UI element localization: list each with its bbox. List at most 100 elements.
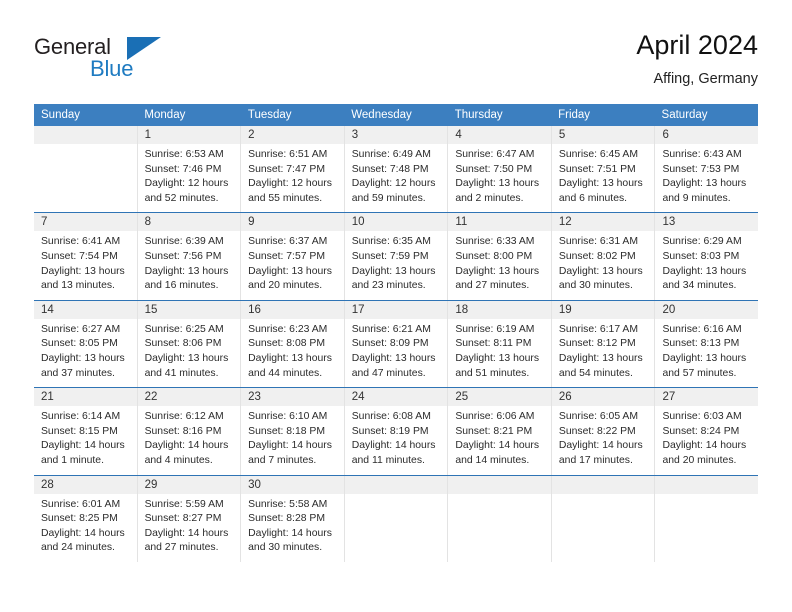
daylight-duration-cont: and 13 minutes. bbox=[41, 280, 115, 292]
title-block: April 2024 Affing, Germany bbox=[636, 28, 758, 90]
day-detail-cell[interactable]: Sunrise: 6:14 AM Sunset: 8:15 PM Daylight:… bbox=[34, 406, 138, 475]
sunset-time: Sunset: 7:56 PM bbox=[144, 250, 222, 262]
day-number-cell[interactable]: 29 bbox=[138, 475, 242, 494]
day-detail-cell[interactable]: Sunrise: 6:41 AM Sunset: 7:54 PM Daylight:… bbox=[34, 231, 138, 300]
sunrise-time: Sunrise: 6:06 AM bbox=[455, 411, 535, 423]
day-detail-cell[interactable]: Sunrise: 6:06 AM Sunset: 8:21 PM Daylight:… bbox=[448, 406, 552, 475]
daylight-duration: Daylight: 13 hours bbox=[662, 178, 747, 190]
daylight-duration: Daylight: 13 hours bbox=[558, 352, 643, 364]
day-detail-cell[interactable]: Sunrise: 6:45 AM Sunset: 7:51 PM Daylight:… bbox=[552, 144, 656, 213]
sunrise-time: Sunrise: 6:03 AM bbox=[662, 411, 742, 423]
day-detail-cell[interactable]: Sunrise: 5:58 AM Sunset: 8:28 PM Daylight:… bbox=[241, 493, 345, 562]
daylight-duration: Daylight: 14 hours bbox=[41, 440, 125, 452]
day-number-cell[interactable]: 20 bbox=[655, 301, 758, 319]
sunset-time: Sunset: 7:57 PM bbox=[248, 250, 325, 262]
day-number-cell[interactable]: 30 bbox=[241, 475, 345, 494]
day-number-cell[interactable]: 11 bbox=[448, 213, 552, 232]
day-number-cell[interactable]: 1 bbox=[138, 126, 242, 144]
day-number-cell[interactable]: 23 bbox=[241, 388, 345, 407]
day-detail-cell[interactable]: Sunrise: 5:59 AM Sunset: 8:27 PM Daylight:… bbox=[138, 493, 242, 562]
general-blue-logo[interactable]: General Blue bbox=[34, 34, 164, 88]
day-detail-cell[interactable]: Sunrise: 6:29 AM Sunset: 8:03 PM Daylight:… bbox=[655, 231, 758, 299]
calendar-grid: Sunday Monday Tuesday Wednesday Thursday Frid… bbox=[34, 104, 758, 562]
day-number: 1 bbox=[144, 129, 151, 141]
day-number: 20 bbox=[662, 303, 676, 316]
week-detail-band: Sunrise: 6:14 AM Sunset: 8:15 PM Daylight:… bbox=[34, 406, 758, 475]
day-number: 24 bbox=[351, 391, 365, 404]
day-detail-cell[interactable]: Sunrise: 6:39 AM Sunset: 7:56 PM Daylight:… bbox=[138, 231, 242, 300]
day-detail-cell[interactable]: Sunrise: 6:27 AM Sunset: 8:05 PM Daylight:… bbox=[34, 318, 138, 388]
day-detail-cell[interactable]: Sunrise: 6:33 AM Sunset: 8:00 PM Daylight:… bbox=[448, 231, 552, 300]
daylight-duration-cont: and 27 minutes. bbox=[144, 542, 219, 554]
daylight-duration: Daylight: 14 hours bbox=[351, 440, 436, 452]
weekday-header-saturday: Saturday bbox=[661, 109, 708, 121]
day-detail-cell[interactable]: Sunrise: 6:23 AM Sunset: 8:08 PM Daylight:… bbox=[241, 318, 345, 388]
day-number-cell[interactable]: 8 bbox=[138, 213, 242, 232]
day-number-cell[interactable]: 19 bbox=[552, 300, 656, 319]
sunrise-time: Sunrise: 6:53 AM bbox=[144, 149, 224, 160]
daylight-duration-cont: and 14 minutes. bbox=[455, 454, 530, 466]
day-number-cell[interactable]: 13 bbox=[655, 213, 758, 231]
weekday-header-monday: Monday bbox=[144, 109, 186, 121]
day-detail-cell[interactable]: Sunrise: 6:05 AM Sunset: 8:22 PM Daylight:… bbox=[552, 406, 656, 475]
day-detail-cell[interactable]: Sunrise: 6:51 AM Sunset: 7:47 PM Daylight:… bbox=[241, 144, 345, 213]
sunset-time: Sunset: 7:53 PM bbox=[662, 163, 740, 175]
day-number-cell[interactable]: 5 bbox=[552, 126, 656, 144]
day-detail-cell[interactable]: Sunrise: 6:19 AM Sunset: 8:11 PM Daylight:… bbox=[448, 318, 552, 388]
day-number-cell[interactable]: 7 bbox=[34, 213, 138, 232]
day-number-cell[interactable]: 22 bbox=[138, 388, 242, 407]
day-detail-cell[interactable]: Sunrise: 6:01 AM Sunset: 8:25 PM Daylight:… bbox=[34, 493, 138, 562]
day-number-cell[interactable]: 2 bbox=[241, 126, 345, 144]
day-detail-cell[interactable]: Sunrise: 6:53 AM Sunset: 7:46 PM Daylight:… bbox=[138, 144, 242, 213]
weekday-header-wednesday: Wednesday bbox=[351, 109, 412, 121]
day-detail-cell[interactable]: Sunrise: 6:47 AM Sunset: 7:50 PM Daylight:… bbox=[448, 144, 552, 213]
location-label: Affing, Germany bbox=[653, 71, 758, 87]
day-number-cell[interactable]: 26 bbox=[552, 388, 656, 407]
day-detail-cell[interactable]: Sunrise: 6:08 AM Sunset: 8:19 PM Daylight:… bbox=[345, 406, 449, 475]
day-detail-cell[interactable]: Sunrise: 6:16 AM Sunset: 8:13 PM Daylight:… bbox=[655, 319, 758, 387]
daylight-duration-cont: and 41 minutes. bbox=[144, 367, 219, 379]
empty-detail-cell bbox=[34, 144, 138, 213]
sunrise-time: Sunrise: 6:41 AM bbox=[41, 236, 121, 248]
day-number: 14 bbox=[41, 303, 54, 316]
day-number-cell[interactable]: 6 bbox=[655, 126, 758, 144]
day-number-cell[interactable]: 9 bbox=[241, 213, 345, 232]
weekday-header-sunday: Sunday bbox=[41, 109, 81, 121]
sunset-time: Sunset: 7:59 PM bbox=[351, 250, 429, 262]
day-number-cell[interactable]: 10 bbox=[345, 213, 449, 232]
sunset-time: Sunset: 8:27 PM bbox=[144, 513, 222, 525]
day-detail-cell[interactable]: Sunrise: 6:25 AM Sunset: 8:06 PM Daylight:… bbox=[138, 318, 242, 388]
page-title: April 2024 bbox=[636, 30, 758, 60]
weekday-header-tuesday: Tuesday bbox=[247, 109, 292, 121]
day-detail-cell[interactable]: Sunrise: 6:10 AM Sunset: 8:18 PM Daylight:… bbox=[241, 406, 345, 475]
daylight-duration-cont: and 37 minutes. bbox=[41, 367, 115, 379]
day-number-cell[interactable]: 4 bbox=[448, 126, 552, 144]
day-number-cell[interactable]: 16 bbox=[241, 300, 345, 319]
daylight-duration: Daylight: 13 hours bbox=[455, 352, 540, 364]
day-detail-cell[interactable]: Sunrise: 6:43 AM Sunset: 7:53 PM Daylight:… bbox=[655, 144, 758, 212]
day-detail-cell[interactable]: Sunrise: 6:37 AM Sunset: 7:57 PM Daylight:… bbox=[241, 231, 345, 300]
day-number-cell[interactable]: 25 bbox=[448, 388, 552, 407]
day-number-cell[interactable]: 18 bbox=[448, 300, 552, 319]
day-number-cell[interactable]: 21 bbox=[34, 388, 138, 407]
daylight-duration: Daylight: 13 hours bbox=[455, 178, 540, 190]
day-number-cell[interactable]: 15 bbox=[138, 300, 242, 319]
day-detail-cell[interactable]: Sunrise: 6:12 AM Sunset: 8:16 PM Daylight:… bbox=[138, 406, 242, 475]
day-number-cell[interactable]: 27 bbox=[655, 388, 758, 406]
day-number: 6 bbox=[662, 129, 669, 141]
daylight-duration: Daylight: 14 hours bbox=[144, 440, 229, 452]
sunrise-time: Sunrise: 6:29 AM bbox=[662, 236, 742, 248]
day-detail-cell[interactable]: Sunrise: 6:03 AM Sunset: 8:24 PM Daylight:… bbox=[655, 406, 758, 474]
day-detail-cell[interactable]: Sunrise: 6:21 AM Sunset: 8:09 PM Daylight:… bbox=[345, 318, 449, 388]
day-number-cell[interactable]: 12 bbox=[552, 213, 656, 232]
day-number-cell[interactable]: 24 bbox=[345, 388, 449, 407]
day-number-cell[interactable]: 28 bbox=[34, 475, 138, 494]
day-detail-cell[interactable]: Sunrise: 6:17 AM Sunset: 8:12 PM Daylight:… bbox=[552, 318, 656, 388]
weekday-header-friday: Friday bbox=[558, 109, 591, 121]
day-number-cell[interactable]: 3 bbox=[345, 126, 449, 144]
day-number-cell[interactable]: 14 bbox=[34, 300, 138, 319]
day-number-cell[interactable]: 17 bbox=[345, 300, 449, 319]
day-detail-cell[interactable]: Sunrise: 6:49 AM Sunset: 7:48 PM Daylight:… bbox=[345, 144, 449, 213]
day-detail-cell[interactable]: Sunrise: 6:35 AM Sunset: 7:59 PM Daylight:… bbox=[345, 231, 449, 300]
day-detail-cell[interactable]: Sunrise: 6:31 AM Sunset: 8:02 PM Daylight:… bbox=[552, 231, 656, 300]
